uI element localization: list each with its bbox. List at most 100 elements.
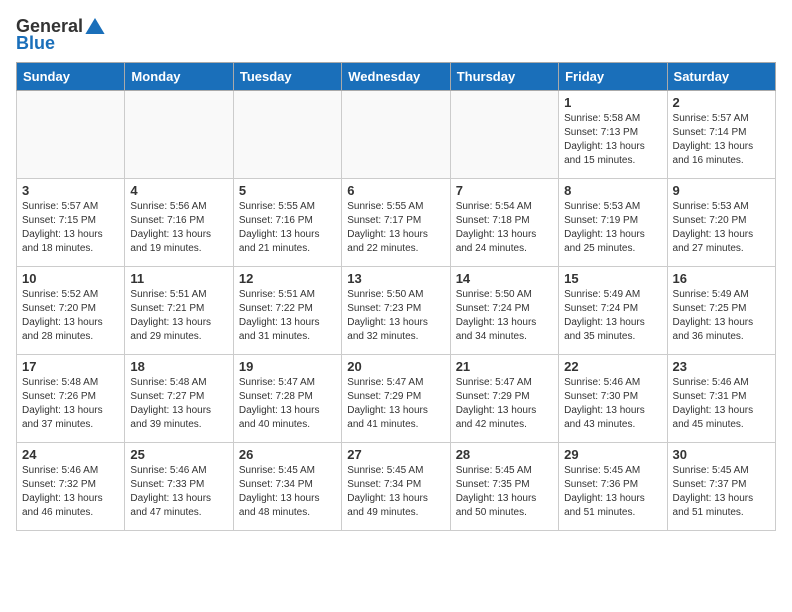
day-number: 16 [673, 271, 770, 286]
day-info: Sunrise: 5:46 AM Sunset: 7:30 PM Dayligh… [564, 376, 661, 432]
weekday-header-tuesday: Tuesday [233, 63, 341, 91]
calendar-cell: 8 Sunrise: 5:53 AM Sunset: 7:19 PM Daylig… [559, 179, 667, 267]
day-number: 19 [239, 359, 336, 374]
calendar-cell: 19 Sunrise: 5:47 AM Sunset: 7:28 PM Dayli… [233, 355, 341, 443]
weekday-header-saturday: Saturday [667, 63, 775, 91]
calendar-cell [450, 91, 558, 179]
day-number: 25 [130, 447, 227, 462]
logo-icon [85, 18, 105, 34]
day-info: Sunrise: 5:47 AM Sunset: 7:28 PM Dayligh… [239, 376, 336, 432]
day-info: Sunrise: 5:48 AM Sunset: 7:26 PM Dayligh… [22, 376, 119, 432]
day-number: 9 [673, 183, 770, 198]
day-number: 20 [347, 359, 444, 374]
day-info: Sunrise: 5:47 AM Sunset: 7:29 PM Dayligh… [347, 376, 444, 432]
calendar-cell: 18Sunrise: 5:48 AM Sunset: 7:27 PM Dayli… [125, 355, 233, 443]
day-info: Sunrise: 5:49 AM Sunset: 7:24 PM Dayligh… [564, 288, 661, 344]
calendar-cell: 10Sunrise: 5:52 AM Sunset: 7:20 PM Dayli… [17, 267, 125, 355]
day-number: 3 [22, 183, 119, 198]
day-info: Sunrise: 5:56 AM Sunset: 7:16 PM Dayligh… [130, 200, 227, 256]
day-number: 14 [456, 271, 553, 286]
day-info: Sunrise: 5:50 AM Sunset: 7:24 PM Dayligh… [456, 288, 553, 344]
day-number: 22 [564, 359, 661, 374]
calendar-cell: 20 Sunrise: 5:47 AM Sunset: 7:29 PM Dayli… [342, 355, 450, 443]
day-info: Sunrise: 5:51 AM Sunset: 7:21 PM Dayligh… [130, 288, 227, 344]
calendar-cell: 12 Sunrise: 5:51 AM Sunset: 7:22 PM Dayli… [233, 267, 341, 355]
calendar-week-row: 3Sunrise: 5:57 AM Sunset: 7:15 PM Daylig… [17, 179, 776, 267]
day-number: 12 [239, 271, 336, 286]
calendar-cell [125, 91, 233, 179]
calendar-table: SundayMondayTuesdayWednesdayThursdayFrid… [16, 62, 776, 531]
day-info: Sunrise: 5:45 AM Sunset: 7:34 PM Dayligh… [347, 464, 444, 520]
day-number: 6 [347, 183, 444, 198]
day-info: Sunrise: 5:46 AM Sunset: 7:33 PM Dayligh… [130, 464, 227, 520]
weekday-header-row: SundayMondayTuesdayWednesdayThursdayFrid… [17, 63, 776, 91]
day-info: Sunrise: 5:53 AM Sunset: 7:20 PM Dayligh… [673, 200, 770, 256]
day-number: 28 [456, 447, 553, 462]
calendar-cell: 16 Sunrise: 5:49 AM Sunset: 7:25 PM Dayli… [667, 267, 775, 355]
day-info: Sunrise: 5:46 AM Sunset: 7:31 PM Dayligh… [673, 376, 770, 432]
day-number: 26 [239, 447, 336, 462]
weekday-header-wednesday: Wednesday [342, 63, 450, 91]
calendar-cell: 15 Sunrise: 5:49 AM Sunset: 7:24 PM Dayli… [559, 267, 667, 355]
day-number: 21 [456, 359, 553, 374]
day-info: Sunrise: 5:54 AM Sunset: 7:18 PM Dayligh… [456, 200, 553, 256]
day-number: 2 [673, 95, 770, 110]
day-info: Sunrise: 5:51 AM Sunset: 7:22 PM Dayligh… [239, 288, 336, 344]
day-info: Sunrise: 5:48 AM Sunset: 7:27 PM Dayligh… [130, 376, 227, 432]
day-info: Sunrise: 5:55 AM Sunset: 7:17 PM Dayligh… [347, 200, 444, 256]
calendar-cell: 4 Sunrise: 5:56 AM Sunset: 7:16 PM Daylig… [125, 179, 233, 267]
calendar-cell: 25 Sunrise: 5:46 AM Sunset: 7:33 PM Dayli… [125, 443, 233, 531]
calendar-cell: 6 Sunrise: 5:55 AM Sunset: 7:17 PM Daylig… [342, 179, 450, 267]
calendar-cell: 27 Sunrise: 5:45 AM Sunset: 7:34 PM Dayli… [342, 443, 450, 531]
day-info: Sunrise: 5:45 AM Sunset: 7:37 PM Dayligh… [673, 464, 770, 520]
day-info: Sunrise: 5:45 AM Sunset: 7:36 PM Dayligh… [564, 464, 661, 520]
calendar-cell: 14 Sunrise: 5:50 AM Sunset: 7:24 PM Dayli… [450, 267, 558, 355]
calendar-cell: 24 Sunrise: 5:46 AM Sunset: 7:32 PM Dayli… [17, 443, 125, 531]
weekday-header-monday: Monday [125, 63, 233, 91]
day-info: Sunrise: 5:57 AM Sunset: 7:14 PM Dayligh… [673, 112, 770, 168]
day-info: Sunrise: 5:52 AM Sunset: 7:20 PM Dayligh… [22, 288, 119, 344]
day-info: Sunrise: 5:58 AM Sunset: 7:13 PM Dayligh… [564, 112, 661, 168]
logo-blue: Blue [16, 33, 55, 54]
calendar-cell: 1 Sunrise: 5:58 AM Sunset: 7:13 PM Daylig… [559, 91, 667, 179]
day-info: Sunrise: 5:50 AM Sunset: 7:23 PM Dayligh… [347, 288, 444, 344]
day-number: 8 [564, 183, 661, 198]
calendar-cell: 7 Sunrise: 5:54 AM Sunset: 7:18 PM Daylig… [450, 179, 558, 267]
day-info: Sunrise: 5:49 AM Sunset: 7:25 PM Dayligh… [673, 288, 770, 344]
day-info: Sunrise: 5:45 AM Sunset: 7:35 PM Dayligh… [456, 464, 553, 520]
calendar-cell [233, 91, 341, 179]
calendar-cell: 22 Sunrise: 5:46 AM Sunset: 7:30 PM Dayli… [559, 355, 667, 443]
day-number: 11 [130, 271, 227, 286]
calendar-week-row: 24 Sunrise: 5:46 AM Sunset: 7:32 PM Dayli… [17, 443, 776, 531]
day-number: 27 [347, 447, 444, 462]
calendar-cell: 28 Sunrise: 5:45 AM Sunset: 7:35 PM Dayli… [450, 443, 558, 531]
day-info: Sunrise: 5:55 AM Sunset: 7:16 PM Dayligh… [239, 200, 336, 256]
day-info: Sunrise: 5:53 AM Sunset: 7:19 PM Dayligh… [564, 200, 661, 256]
day-number: 30 [673, 447, 770, 462]
weekday-header-friday: Friday [559, 63, 667, 91]
day-info: Sunrise: 5:47 AM Sunset: 7:29 PM Dayligh… [456, 376, 553, 432]
header-section: General Blue [16, 16, 776, 54]
logo: General Blue [16, 16, 105, 54]
calendar-cell: 26 Sunrise: 5:45 AM Sunset: 7:34 PM Dayli… [233, 443, 341, 531]
calendar-cell: 3Sunrise: 5:57 AM Sunset: 7:15 PM Daylig… [17, 179, 125, 267]
weekday-header-sunday: Sunday [17, 63, 125, 91]
day-number: 29 [564, 447, 661, 462]
day-info: Sunrise: 5:46 AM Sunset: 7:32 PM Dayligh… [22, 464, 119, 520]
calendar-cell: 23Sunrise: 5:46 AM Sunset: 7:31 PM Dayli… [667, 355, 775, 443]
day-number: 13 [347, 271, 444, 286]
day-number: 24 [22, 447, 119, 462]
calendar-cell: 5 Sunrise: 5:55 AM Sunset: 7:16 PM Daylig… [233, 179, 341, 267]
day-number: 1 [564, 95, 661, 110]
calendar-cell: 2 Sunrise: 5:57 AM Sunset: 7:14 PM Daylig… [667, 91, 775, 179]
day-number: 15 [564, 271, 661, 286]
calendar-cell: 29 Sunrise: 5:45 AM Sunset: 7:36 PM Dayli… [559, 443, 667, 531]
calendar-cell [17, 91, 125, 179]
day-number: 5 [239, 183, 336, 198]
calendar-week-row: 10Sunrise: 5:52 AM Sunset: 7:20 PM Dayli… [17, 267, 776, 355]
day-number: 7 [456, 183, 553, 198]
day-number: 4 [130, 183, 227, 198]
day-info: Sunrise: 5:45 AM Sunset: 7:34 PM Dayligh… [239, 464, 336, 520]
calendar-cell: 13 Sunrise: 5:50 AM Sunset: 7:23 PM Dayli… [342, 267, 450, 355]
calendar-cell: 30 Sunrise: 5:45 AM Sunset: 7:37 PM Dayli… [667, 443, 775, 531]
